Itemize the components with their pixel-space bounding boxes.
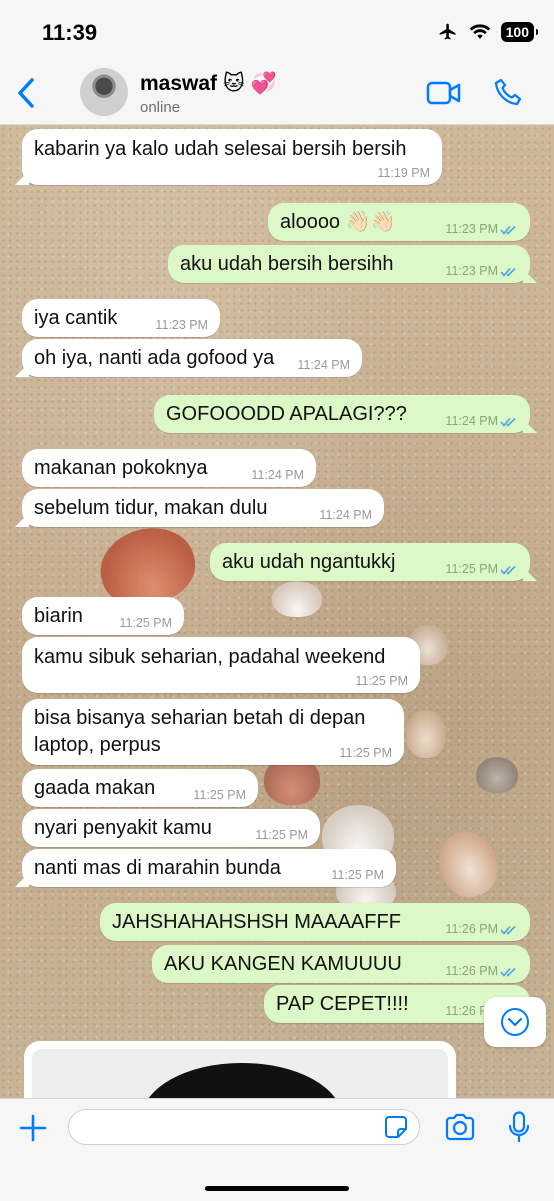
camera-button[interactable] [444, 1113, 476, 1141]
message-incoming[interactable]: bisa bisanya seharian betah di depan lap… [22, 699, 404, 765]
message-text: kabarin ya kalo udah selesai bersih bers… [34, 138, 407, 160]
chevron-down-circle-icon [501, 1008, 529, 1036]
message-incoming[interactable]: nyari penyakit kamu 11:25 PM [22, 809, 320, 847]
status-bar: 11:39 100 [0, 0, 554, 62]
airplane-icon [439, 23, 456, 40]
message-text: oh iya, nanti ada gofood ya [34, 347, 275, 369]
message-time: 11:23 PM [445, 264, 498, 278]
message-time: 11:24 PM [445, 414, 498, 428]
message-incoming[interactable]: kabarin ya kalo udah selesai bersih bers… [22, 129, 442, 185]
message-text: sebelum tidur, makan dulu [34, 497, 268, 519]
home-indicator [205, 1186, 349, 1191]
message-incoming[interactable]: makanan pokoknya 11:24 PM [22, 449, 316, 487]
message-time: 11:23 PM [445, 222, 498, 236]
double-check-icon [500, 417, 516, 427]
message-incoming[interactable]: gaada makan 11:25 PM [22, 769, 258, 807]
double-check-icon [500, 225, 516, 235]
shell-decoration [476, 757, 518, 793]
message-text: aku udah ngantukkj [222, 551, 396, 573]
message-text: PAP CEPET!!!! [276, 993, 409, 1015]
message-outgoing[interactable]: JAHSHAHAHSHSH MAAAAFFF 11:26 PM [100, 903, 530, 941]
message-text: AKU KANGEN KAMUUUU [164, 953, 402, 975]
voice-call-button[interactable] [494, 78, 522, 106]
message-outgoing[interactable]: aku udah ngantukkj 11:25 PM [210, 543, 530, 581]
shell-decoration [430, 823, 506, 905]
status-time: 11:39 [42, 20, 98, 45]
message-time: 11:24 PM [251, 468, 304, 482]
sticker-button[interactable] [384, 1115, 408, 1139]
message-time: 11:25 PM [339, 746, 392, 760]
message-status: 11:23 PM [445, 264, 518, 278]
message-text: iya cantik [34, 307, 118, 329]
message-incoming[interactable]: iya cantik 11:23 PM [22, 299, 220, 337]
message-text: aloooo 👋🏻👋🏻 [280, 211, 396, 233]
status-icons: 100 [437, 22, 539, 42]
video-camera-icon [426, 81, 461, 105]
double-check-icon [500, 267, 516, 277]
message-time: 11:24 PM [297, 358, 350, 372]
message-text: makanan pokoknya [34, 457, 208, 479]
message-text: nanti mas di marahin bunda [34, 857, 281, 879]
message-time: 11:25 PM [355, 674, 408, 688]
battery-indicator: 100 [500, 22, 539, 42]
photo-subject [142, 1063, 342, 1098]
message-time: 11:25 PM [255, 828, 308, 842]
video-call-button[interactable] [426, 80, 462, 106]
attach-button[interactable] [18, 1113, 48, 1143]
double-check-icon [500, 925, 516, 935]
message-time: 11:25 PM [331, 868, 384, 882]
message-status: 11:24 PM [445, 414, 518, 428]
wifi-icon [469, 24, 490, 39]
back-button[interactable] [12, 76, 42, 110]
photo-message[interactable] [24, 1041, 456, 1098]
message-outgoing[interactable]: GOFOOODD APALAGI??? 11:24 PM [154, 395, 530, 433]
chat-area[interactable]: kabarin ya kalo udah selesai bersih bers… [0, 125, 554, 1098]
message-outgoing[interactable]: AKU KANGEN KAMUUUU 11:26 PM [152, 945, 530, 983]
message-input[interactable] [68, 1109, 420, 1145]
contact-status: online [140, 99, 181, 116]
shell-decoration [272, 581, 322, 617]
message-time: 11:25 PM [445, 562, 498, 576]
message-time: 11:26 PM [445, 964, 498, 978]
message-text: gaada makan [34, 777, 156, 799]
photo-image[interactable] [32, 1049, 448, 1098]
double-check-icon [500, 967, 516, 977]
message-status: 11:26 PM [445, 922, 518, 936]
message-incoming[interactable]: biarin 11:25 PM [22, 597, 184, 635]
message-text: JAHSHAHAHSHSH MAAAAFFF [112, 911, 401, 933]
message-text: kamu sibuk seharian, padahal weekend [34, 646, 386, 668]
message-time: 11:25 PM [193, 788, 246, 802]
message-incoming[interactable]: kamu sibuk seharian, padahal weekend 11:… [22, 637, 420, 693]
shell-decoration [406, 710, 446, 758]
chat-header: maswaf 🐱 💞 online [0, 62, 554, 125]
scroll-to-bottom-button[interactable] [484, 997, 546, 1047]
message-time: 11:23 PM [155, 318, 208, 332]
microphone-icon [508, 1111, 530, 1143]
message-outgoing[interactable]: aku udah bersih bersihh 11:23 PM [168, 245, 530, 283]
message-text: GOFOOODD APALAGI??? [166, 403, 407, 425]
phone-icon [494, 78, 522, 106]
message-status: 11:23 PM [445, 222, 518, 236]
plus-icon [19, 1114, 47, 1142]
message-text: nyari penyakit kamu [34, 817, 212, 839]
message-incoming[interactable]: oh iya, nanti ada gofood ya 11:24 PM [22, 339, 362, 377]
message-time: 11:25 PM [119, 616, 172, 630]
double-check-icon [500, 565, 516, 575]
message-text: biarin [34, 605, 83, 627]
voice-message-button[interactable] [508, 1111, 530, 1143]
message-status: 11:25 PM [445, 562, 518, 576]
sticker-icon [385, 1116, 407, 1138]
message-incoming[interactable]: nanti mas di marahin bunda 11:25 PM [22, 849, 396, 887]
message-text: aku udah bersih bersihh [180, 253, 394, 275]
contact-name[interactable]: maswaf 🐱 💞 [140, 71, 277, 96]
avatar[interactable] [80, 68, 128, 116]
chevron-left-icon [18, 78, 34, 108]
message-time: 11:26 PM [445, 922, 498, 936]
message-incoming[interactable]: sebelum tidur, makan dulu 11:24 PM [22, 489, 384, 527]
message-time: 11:24 PM [319, 508, 372, 522]
camera-icon [445, 1113, 475, 1141]
message-time: 11:19 PM [377, 166, 430, 180]
message-outgoing[interactable]: aloooo 👋🏻👋🏻 11:23 PM [268, 203, 530, 241]
message-status: 11:26 PM [445, 964, 518, 978]
